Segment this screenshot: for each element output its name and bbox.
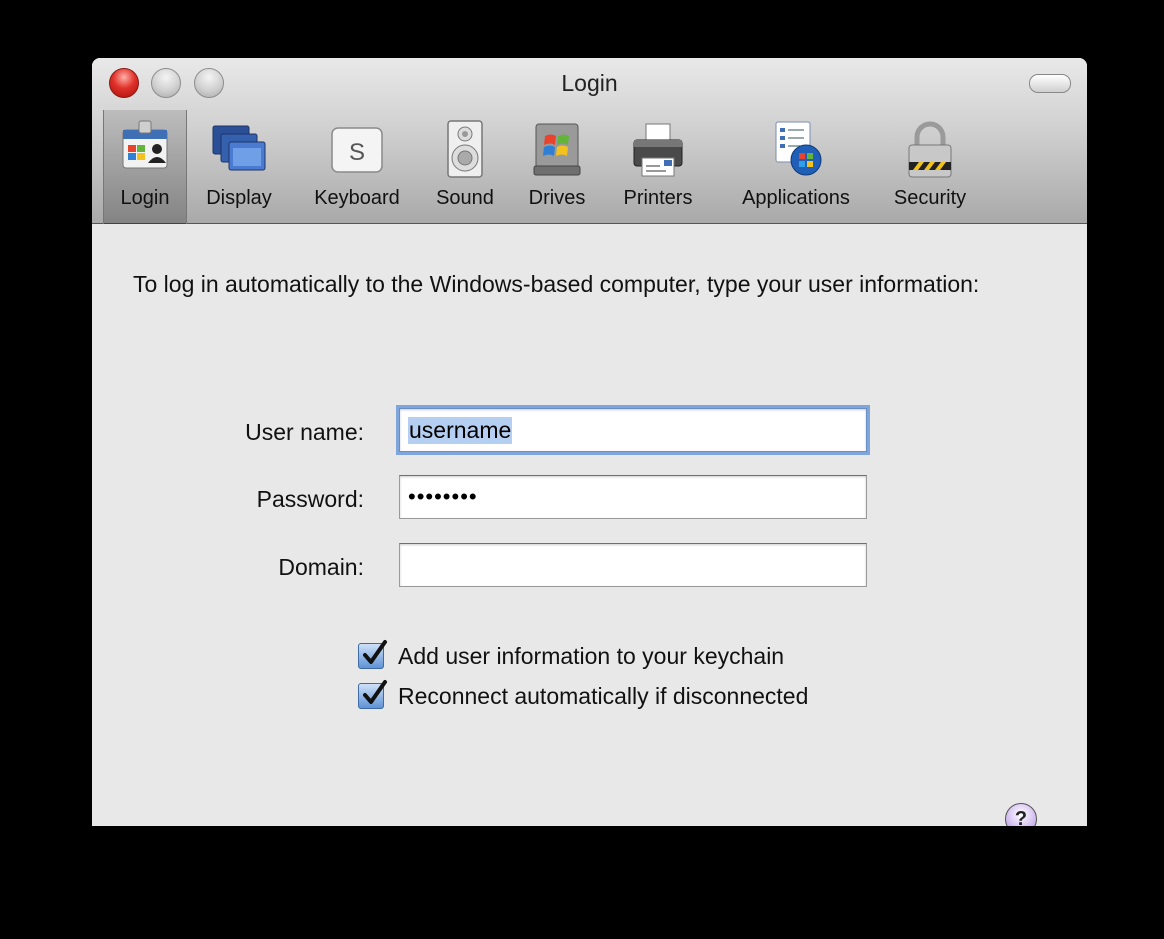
checkmark-icon: [363, 680, 387, 704]
toolbar-item-display-label: Display: [206, 187, 272, 209]
toolbar-item-drives-label: Drives: [528, 187, 586, 209]
toolbar-toggle-button[interactable]: [1029, 74, 1071, 93]
toolbar-item-sound[interactable]: Sound: [425, 110, 505, 224]
applications-icon: [766, 118, 826, 180]
login-preferences-window: Login Login Display S Keyboard Sound Dri…: [92, 58, 1087, 826]
toolbar-item-security[interactable]: Security: [880, 110, 980, 224]
username-field[interactable]: username: [399, 408, 867, 452]
title-toolbar: Login Login Display S Keyboard Sound Dri…: [92, 58, 1087, 224]
toolbar-item-printers[interactable]: Printers: [606, 110, 710, 224]
keyboard-icon: S: [327, 118, 387, 180]
keyboard-key-glyph: S: [349, 139, 365, 166]
toolbar-item-sound-label: Sound: [436, 187, 494, 209]
reconnect-checkbox[interactable]: [358, 680, 387, 709]
password-field[interactable]: ••••••••: [399, 475, 867, 519]
login-icon: [115, 118, 175, 180]
username-value: username: [408, 417, 513, 444]
drives-icon: [527, 118, 587, 180]
toolbar-item-applications[interactable]: Applications: [718, 110, 874, 224]
window-title: Login: [561, 70, 618, 96]
reconnect-checkbox-label: Reconnect automatically if disconnected: [398, 683, 809, 709]
password-value: ••••••••: [408, 484, 478, 509]
domain-field[interactable]: [399, 543, 867, 587]
domain-label: Domain:: [278, 554, 364, 580]
toolbar-item-login[interactable]: Login: [103, 110, 187, 224]
help-button[interactable]: ?: [1005, 803, 1037, 826]
toolbar-item-drives[interactable]: Drives: [515, 110, 599, 224]
intro-text: To log in automatically to the Windows-b…: [133, 271, 980, 297]
toolbar-item-display[interactable]: Display: [193, 110, 285, 224]
sound-icon: [435, 118, 495, 180]
toolbar-item-printers-label: Printers: [623, 187, 693, 209]
printers-icon: [628, 118, 688, 180]
keychain-checkbox[interactable]: [358, 640, 387, 669]
checkmark-icon: [363, 640, 387, 664]
toolbar-item-login-label: Login: [120, 187, 170, 209]
toolbar-item-keyboard[interactable]: S Keyboard: [297, 110, 417, 224]
login-pane: To log in automatically to the Windows-b…: [92, 224, 1087, 826]
username-label: User name:: [245, 419, 364, 445]
toolbar-item-security-label: Security: [893, 187, 967, 209]
display-icon: [209, 118, 269, 180]
keychain-checkbox-label: Add user information to your keychain: [398, 643, 785, 669]
security-icon: [900, 118, 960, 180]
toolbar-item-applications-label: Applications: [742, 187, 850, 209]
toolbar-item-keyboard-label: Keyboard: [314, 187, 400, 209]
password-label: Password:: [256, 486, 364, 512]
